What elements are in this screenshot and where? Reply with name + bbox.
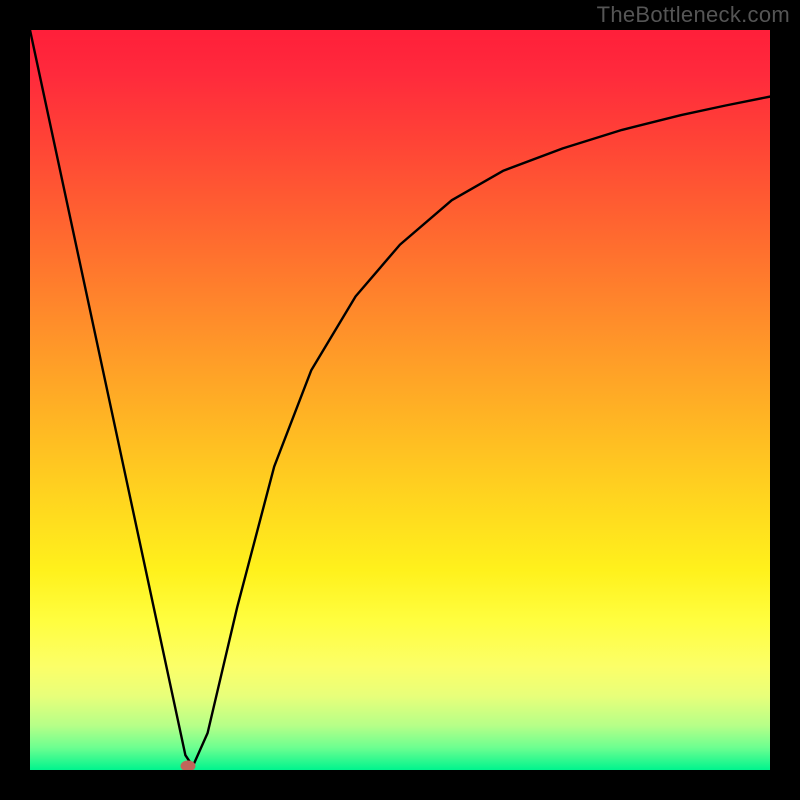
plot-area bbox=[30, 30, 770, 770]
bottleneck-marker bbox=[180, 760, 195, 770]
curve-svg bbox=[30, 30, 770, 770]
watermark-text: TheBottleneck.com bbox=[597, 2, 790, 28]
bottleneck-curve-path bbox=[30, 30, 770, 766]
chart-frame: TheBottleneck.com bbox=[0, 0, 800, 800]
